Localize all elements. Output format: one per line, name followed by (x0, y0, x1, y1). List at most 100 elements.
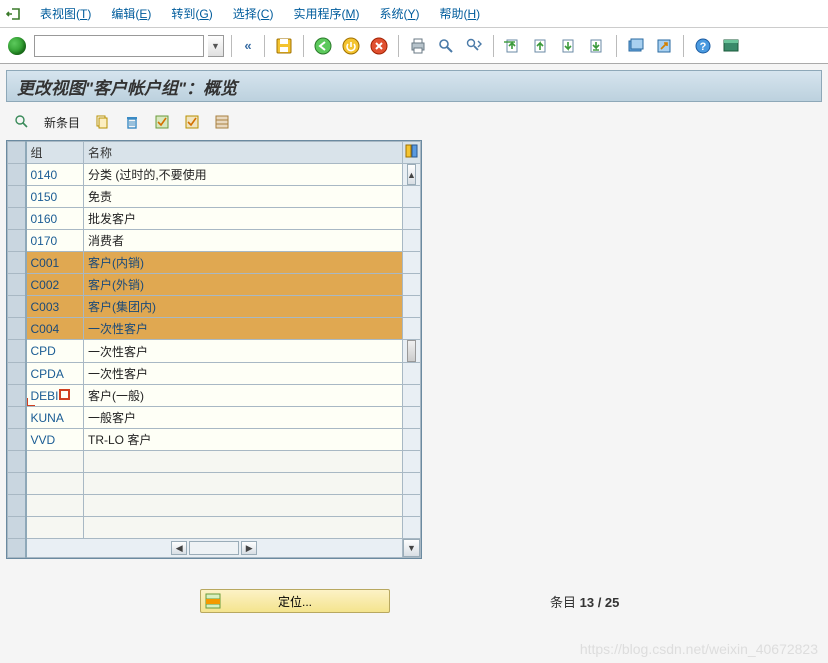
config-button[interactable] (210, 112, 234, 132)
first-page-icon[interactable] (501, 34, 525, 58)
row-selector[interactable] (8, 495, 26, 517)
cell-group[interactable]: KUNA (26, 407, 84, 429)
last-page-icon[interactable] (585, 34, 609, 58)
row-selector[interactable] (8, 186, 26, 208)
table-row[interactable]: KUNA 一般客户 (8, 407, 421, 429)
row-selector[interactable] (8, 363, 26, 385)
menu-utilities[interactable]: 实用程序(M) (283, 5, 369, 22)
locate-button[interactable]: 定位... (200, 589, 390, 613)
expand-button[interactable] (10, 112, 34, 132)
table-row[interactable]: 0170 消费者 (8, 230, 421, 252)
okcode-input[interactable] (34, 35, 204, 57)
vscroll-thumb[interactable] (407, 340, 416, 362)
help-icon[interactable]: ? (691, 34, 715, 58)
cell-name[interactable]: 一次性客户 (84, 363, 403, 385)
cell-group[interactable]: VVD (26, 429, 84, 451)
table-row[interactable]: C004 一次性客户 (8, 318, 421, 340)
row-selector[interactable] (8, 164, 26, 186)
vscroll-up[interactable]: ▲ (407, 164, 416, 185)
row-selector[interactable] (8, 340, 26, 363)
cell-group[interactable]: CPD (26, 340, 84, 363)
new-entries-button[interactable]: 新条目 (40, 112, 84, 133)
table-row[interactable]: CPD 一次性客户 (8, 340, 421, 363)
row-selector[interactable] (8, 407, 26, 429)
enter-button[interactable] (8, 37, 26, 55)
row-selector[interactable] (8, 517, 26, 539)
menu-help[interactable]: 帮助(H) (429, 5, 490, 22)
row-selector[interactable] (8, 473, 26, 495)
cell-name[interactable]: 一次性客户 (84, 340, 403, 363)
find-next-icon[interactable] (462, 34, 486, 58)
cell-group[interactable]: 0160 (26, 208, 84, 230)
table-config-button[interactable] (403, 142, 421, 164)
menu-table-view[interactable]: 表视图(T) (30, 5, 101, 22)
cell-name[interactable] (84, 517, 403, 539)
cell-name[interactable]: 消费者 (84, 230, 403, 252)
row-selector[interactable] (8, 318, 26, 340)
deselect-all-button[interactable] (180, 112, 204, 132)
table-row[interactable]: C001 客户(内销) (8, 252, 421, 274)
cell-group[interactable]: DEBI (26, 385, 84, 407)
save-icon[interactable] (272, 34, 296, 58)
cell-name[interactable]: TR-LO 客户 (84, 429, 403, 451)
menu-system[interactable]: 系统(Y) (369, 5, 429, 22)
cell-group[interactable]: C003 (26, 296, 84, 318)
table-row[interactable]: DEBI 客户(一般) (8, 385, 421, 407)
account-group-table[interactable]: 组 名称 0140 分类 (过时的,不要使用 ▲ 0150 免责 0160 批发… (7, 141, 421, 558)
cell-group[interactable]: 0170 (26, 230, 84, 252)
cell-group[interactable]: C002 (26, 274, 84, 296)
shortcut-icon[interactable] (652, 34, 676, 58)
row-selector[interactable] (8, 230, 26, 252)
table-row[interactable]: 0150 免责 (8, 186, 421, 208)
new-session-icon[interactable] (624, 34, 648, 58)
delete-button[interactable] (120, 112, 144, 132)
row-selector[interactable] (8, 296, 26, 318)
hscroll-left[interactable]: ◀ (171, 541, 187, 555)
history-back-icon[interactable]: « (239, 37, 257, 55)
row-selector[interactable] (8, 429, 26, 451)
table-row[interactable]: C002 客户(外销) (8, 274, 421, 296)
cell-name[interactable]: 一次性客户 (84, 318, 403, 340)
cell-group[interactable]: CPDA (26, 363, 84, 385)
exit-icon[interactable] (6, 6, 22, 22)
okcode-dropdown[interactable]: ▼ (208, 35, 224, 57)
cell-name[interactable] (84, 451, 403, 473)
table-row[interactable]: 0160 批发客户 (8, 208, 421, 230)
menu-goto[interactable]: 转到(G) (161, 5, 222, 22)
cell-name[interactable]: 免责 (84, 186, 403, 208)
cell-group[interactable]: 0140 (26, 164, 84, 186)
table-row[interactable]: C003 客户(集团内) (8, 296, 421, 318)
table-row[interactable] (8, 517, 421, 539)
next-page-icon[interactable] (557, 34, 581, 58)
cell-name[interactable]: 客户(外销) (84, 274, 403, 296)
cell-group[interactable]: C001 (26, 252, 84, 274)
table-row[interactable] (8, 473, 421, 495)
col-name-header[interactable]: 名称 (84, 142, 403, 164)
hscroll-right[interactable]: ▶ (241, 541, 257, 555)
table-row[interactable] (8, 451, 421, 473)
col-group-header[interactable]: 组 (26, 142, 84, 164)
table-row[interactable]: VVD TR-LO 客户 (8, 429, 421, 451)
cell-name[interactable] (84, 495, 403, 517)
vscroll-down[interactable]: ▼ (403, 539, 420, 557)
row-selector[interactable] (8, 208, 26, 230)
select-all-button[interactable] (150, 112, 174, 132)
cell-name[interactable]: 客户(集团内) (84, 296, 403, 318)
cell-name[interactable]: 客户(一般) (84, 385, 403, 407)
cell-name[interactable]: 分类 (过时的,不要使用 (84, 164, 403, 186)
cell-name[interactable]: 客户(内销) (84, 252, 403, 274)
row-select-header[interactable] (8, 142, 26, 164)
row-selector[interactable] (8, 274, 26, 296)
row-selector[interactable] (8, 451, 26, 473)
cell-name[interactable]: 批发客户 (84, 208, 403, 230)
exit-icon-tb[interactable] (339, 34, 363, 58)
layout-icon[interactable] (719, 34, 743, 58)
prev-page-icon[interactable] (529, 34, 553, 58)
print-icon[interactable] (406, 34, 430, 58)
cell-group[interactable]: 0150 (26, 186, 84, 208)
cell-group[interactable] (26, 473, 84, 495)
back-icon[interactable] (311, 34, 335, 58)
cell-group[interactable] (26, 451, 84, 473)
horizontal-scrollbar[interactable]: ◀ ▶ (27, 539, 403, 557)
table-row[interactable]: CPDA 一次性客户 (8, 363, 421, 385)
